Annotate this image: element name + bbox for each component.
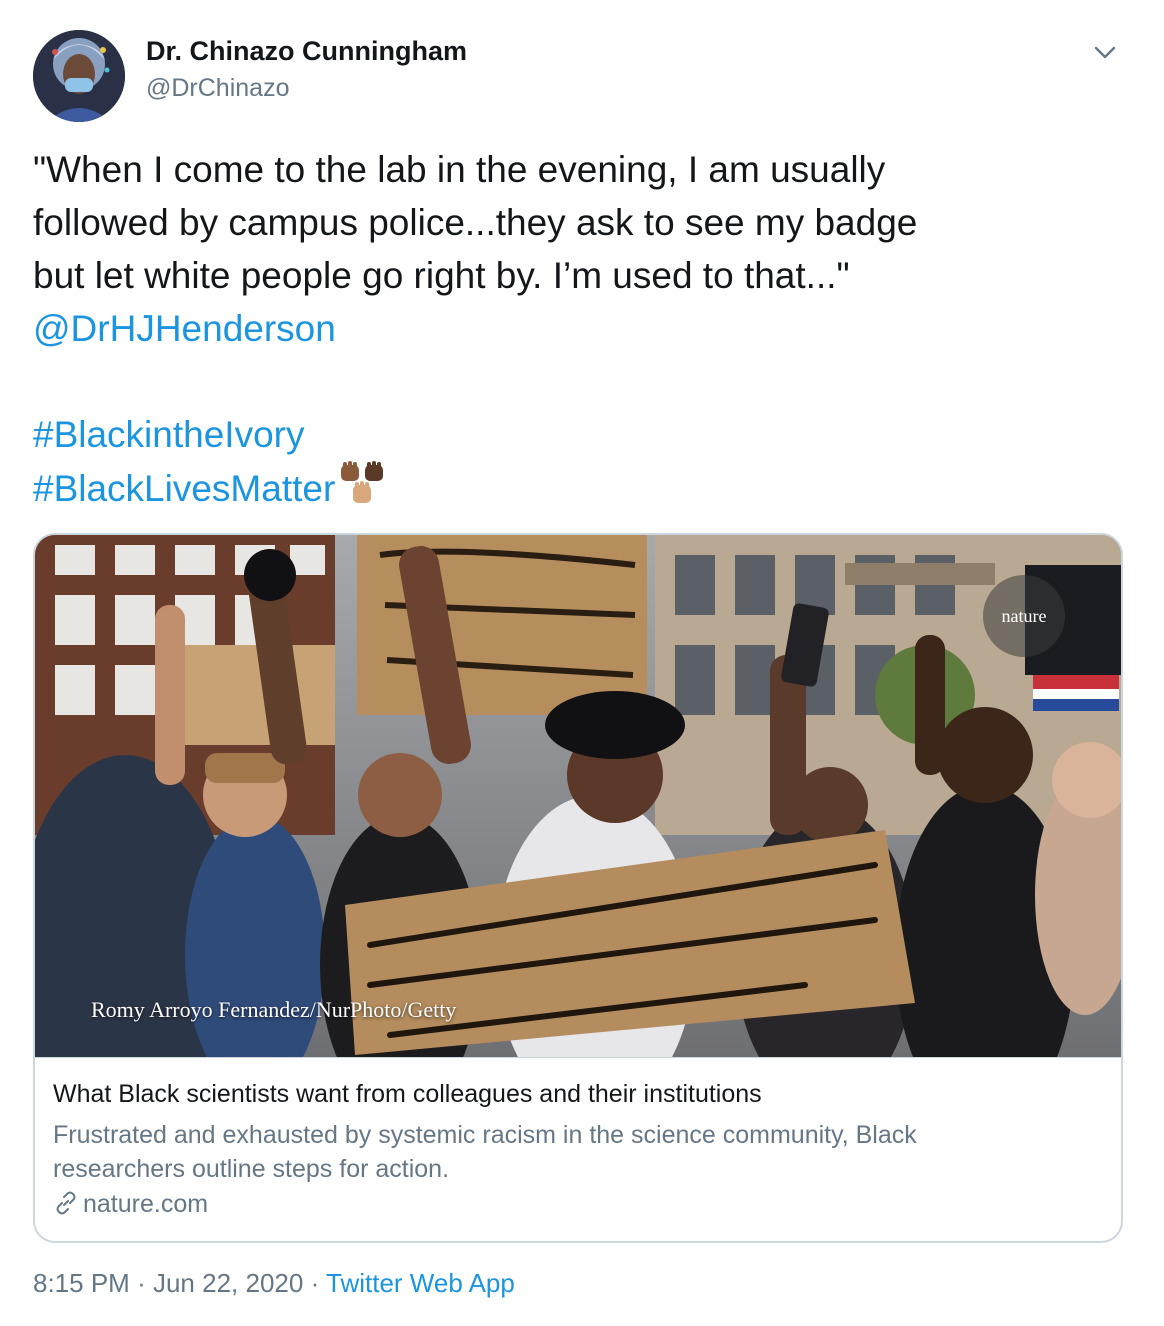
hashtag-link[interactable]: #BlackintheIvory: [33, 414, 304, 455]
card-title[interactable]: What Black scientists want from colleagu…: [53, 1080, 762, 1109]
tweet: Dr. Chinazo Cunningham @DrChinazo "When …: [0, 0, 1164, 1326]
chevron-down-icon[interactable]: [1090, 38, 1120, 68]
tweet-time[interactable]: 8:15 PM: [33, 1268, 130, 1298]
tweet-meta: 8:15 PM · Jun 22, 2020 · Twitter Web App: [33, 1268, 515, 1299]
photo-credit: Romy Arroyo Fernandez/NurPhoto/Getty: [91, 997, 457, 1022]
card-divider: [35, 1057, 1121, 1058]
nature-badge: nature: [983, 575, 1065, 657]
card-description-line: Frustrated and exhausted by systemic rac…: [53, 1121, 917, 1149]
card-domain[interactable]: nature.com: [53, 1190, 208, 1223]
tweet-date[interactable]: Jun 22, 2020: [153, 1268, 303, 1298]
avatar[interactable]: [33, 30, 125, 122]
raised-fists-emoji: [339, 461, 391, 523]
tweet-text-line: followed by campus police...they ask to …: [33, 202, 918, 243]
tweet-source-link[interactable]: Twitter Web App: [326, 1268, 515, 1298]
display-name[interactable]: Dr. Chinazo Cunningham: [146, 36, 467, 67]
hashtag-link[interactable]: #BlackLivesMatter: [33, 468, 335, 509]
user-handle[interactable]: @DrChinazo: [146, 74, 289, 103]
tweet-text-line: "When I come to the lab in the evening, …: [33, 149, 886, 190]
avatar-image: [33, 30, 125, 122]
tweet-text-line: but let white people go right by. I’m us…: [33, 255, 850, 296]
meta-separator: ·: [137, 1268, 146, 1298]
card-description: Frustrated and exhausted by systemic rac…: [53, 1118, 1103, 1186]
link-icon: [53, 1190, 79, 1223]
mention-link[interactable]: @DrHJHenderson: [33, 308, 336, 349]
card-description-line: researchers outline steps for action.: [53, 1155, 450, 1183]
protest-photo[interactable]: nature Romy Arroyo Fernandez/NurPhoto/Ge…: [35, 535, 1121, 1057]
tweet-text: "When I come to the lab in the evening, …: [33, 143, 1133, 523]
meta-separator: ·: [310, 1268, 320, 1298]
link-card[interactable]: nature Romy Arroyo Fernandez/NurPhoto/Ge…: [33, 533, 1123, 1243]
card-domain-text: nature.com: [83, 1190, 209, 1218]
